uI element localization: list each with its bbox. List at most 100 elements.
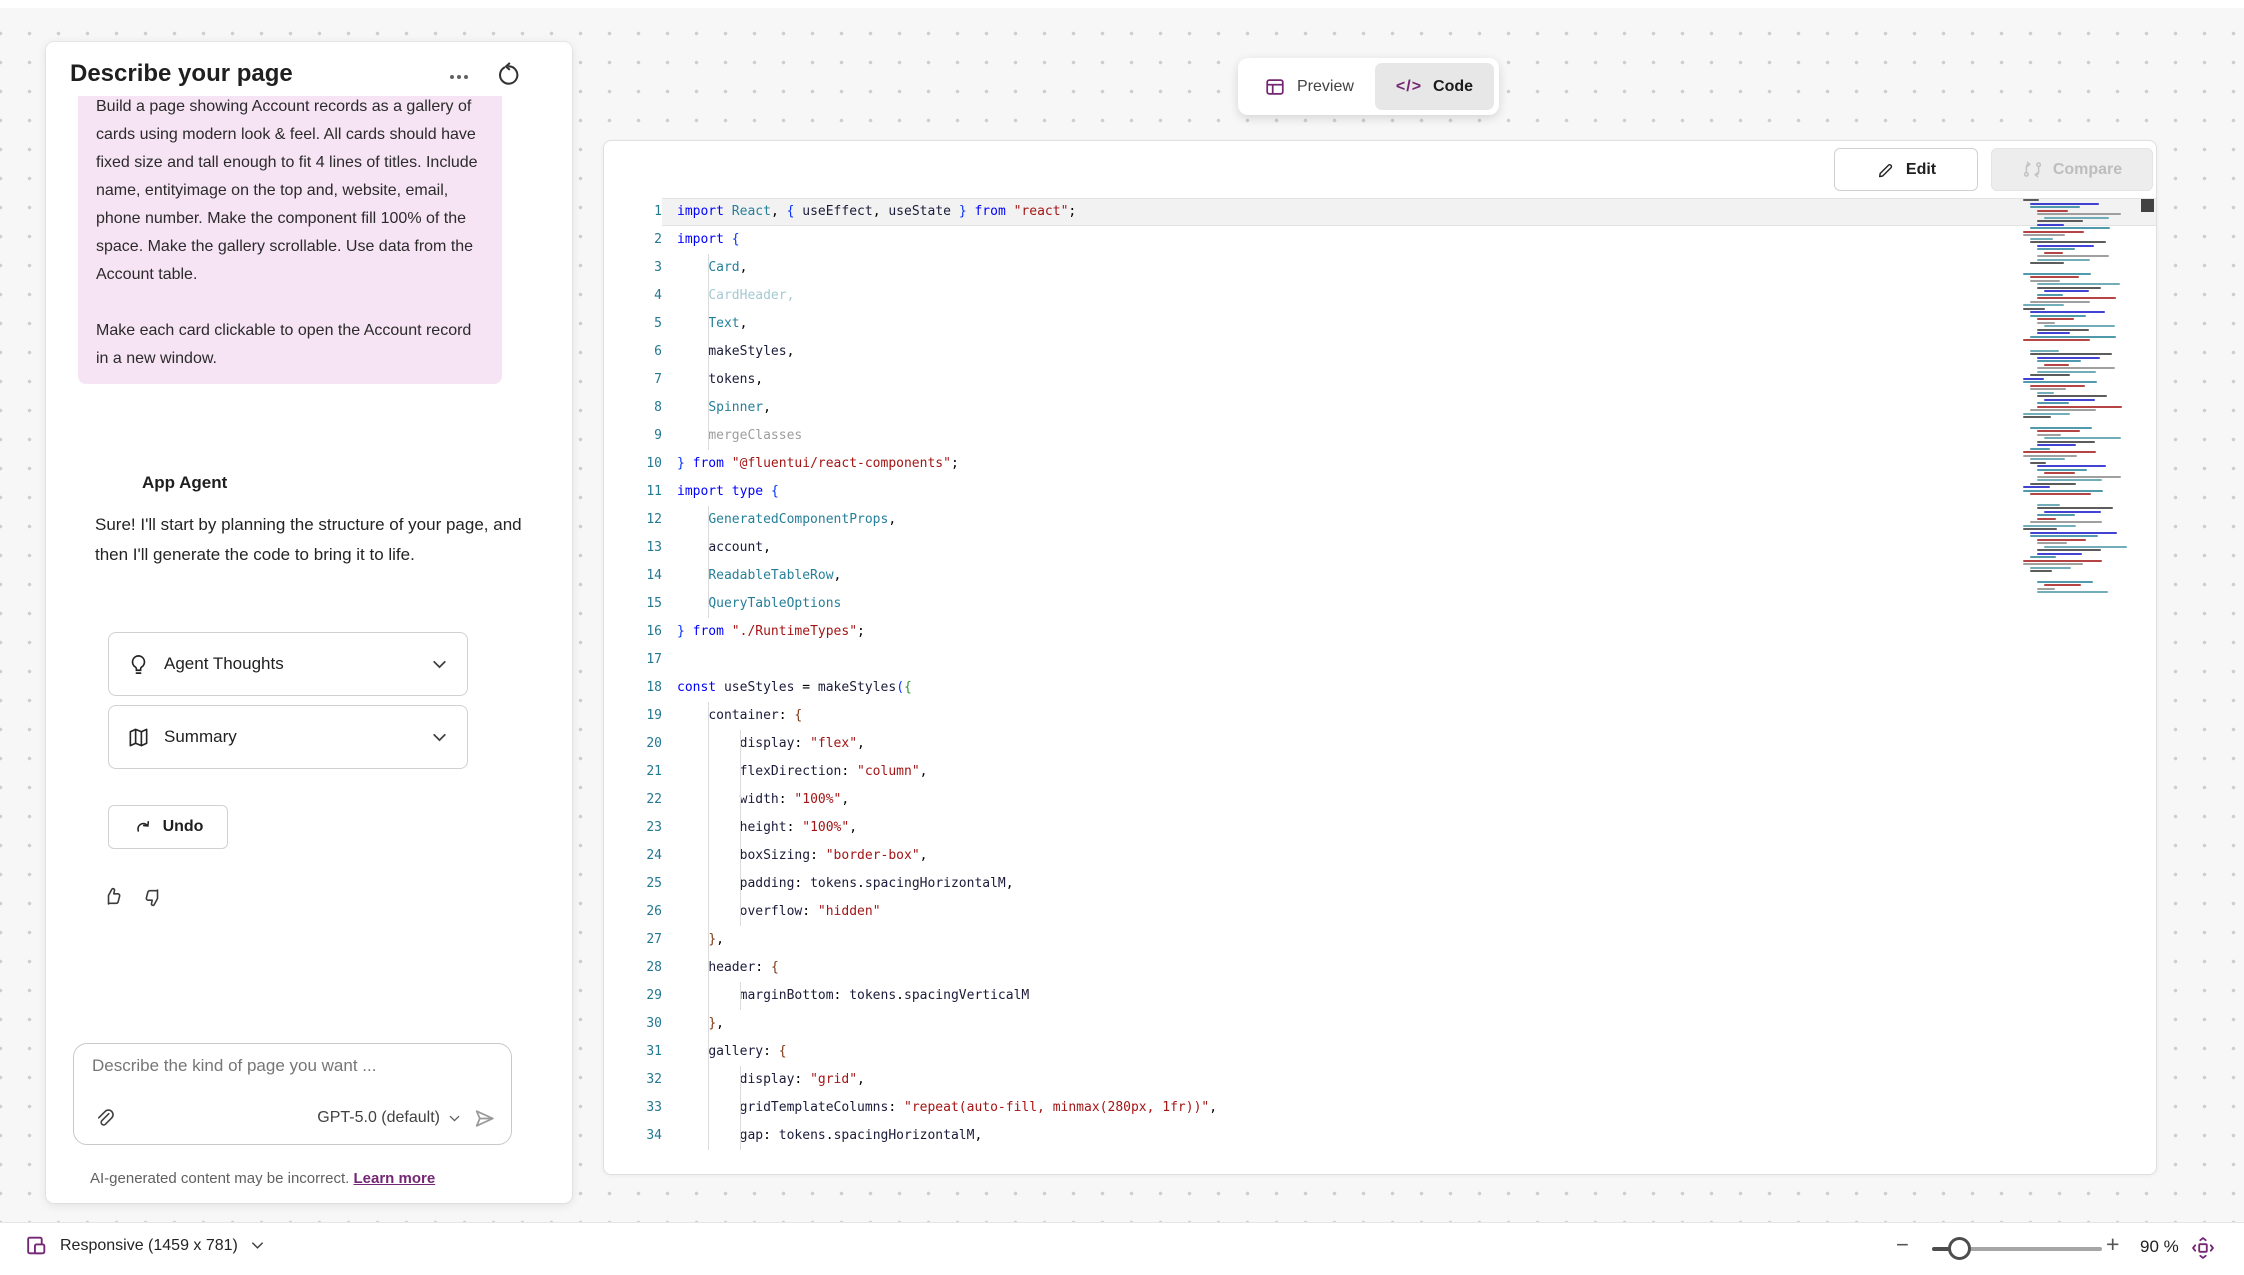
indent-guide xyxy=(708,590,709,618)
code-line[interactable]: 22 width: "100%", xyxy=(604,786,2156,814)
responsive-selector[interactable]: Responsive (1459 x 781) xyxy=(24,1233,266,1258)
page-description-input[interactable] xyxy=(92,1056,493,1076)
agent-thoughts-expander[interactable]: Agent Thoughts xyxy=(108,632,468,696)
minimap-line xyxy=(2044,217,2109,219)
undo-button[interactable]: Undo xyxy=(108,805,228,849)
code-line[interactable]: 26 overflow: "hidden" xyxy=(604,898,2156,926)
line-number: 26 xyxy=(604,898,662,926)
code-line[interactable]: 33 gridTemplateColumns: "repeat(auto-fil… xyxy=(604,1094,2156,1122)
code-line[interactable]: 1import React, { useEffect, useState } f… xyxy=(604,198,2156,226)
minimap-line xyxy=(2037,549,2101,551)
minimap-line xyxy=(2037,259,2090,261)
indent-guide xyxy=(708,702,709,730)
model-selector[interactable]: GPT-5.0 (default) xyxy=(317,1109,462,1127)
code-line[interactable]: 7 tokens, xyxy=(604,366,2156,394)
code-line[interactable]: 16} from "./RuntimeTypes"; xyxy=(604,618,2156,646)
code-line[interactable]: 6 makeStyles, xyxy=(604,338,2156,366)
code-line[interactable]: 31 gallery: { xyxy=(604,1038,2156,1066)
app-window: Describe your page Build a page showing … xyxy=(0,0,2244,1275)
learn-more-link[interactable]: Learn more xyxy=(353,1170,435,1187)
chevron-down-icon xyxy=(430,728,449,747)
code-line[interactable]: 27 }, xyxy=(604,926,2156,954)
compare-label: Compare xyxy=(2053,161,2122,179)
send-icon xyxy=(472,1106,497,1131)
thumbs-up-button[interactable] xyxy=(98,882,128,912)
tab-preview[interactable]: Preview xyxy=(1243,63,1375,110)
code-line[interactable]: 25 padding: tokens.spacingHorizontalM, xyxy=(604,870,2156,898)
code-line[interactable]: 30 }, xyxy=(604,1010,2156,1038)
code-line[interactable]: 21 flexDirection: "column", xyxy=(604,758,2156,786)
code-lines: 1import React, { useEffect, useState } f… xyxy=(604,198,2156,1150)
code-line[interactable]: 3 Card, xyxy=(604,254,2156,282)
zoom-in-button[interactable]: + xyxy=(2106,1231,2119,1258)
code-line[interactable]: 11import type { xyxy=(604,478,2156,506)
minimap-line xyxy=(2030,241,2106,243)
minimap-line xyxy=(2037,322,2055,324)
code-line[interactable]: 34 gap: tokens.spacingHorizontalM, xyxy=(604,1122,2156,1150)
edit-label: Edit xyxy=(1906,161,1936,179)
page-title: Describe your page xyxy=(70,60,293,88)
minimap-line xyxy=(2037,514,2075,516)
minimap-line xyxy=(2023,525,2076,527)
chevron-down-icon xyxy=(249,1237,266,1254)
edit-button[interactable]: Edit xyxy=(1834,148,1978,191)
restart-button[interactable] xyxy=(492,58,526,92)
minimap-line xyxy=(2037,588,2055,590)
line-number: 14 xyxy=(604,562,662,590)
view-toggle: Preview </> Code xyxy=(1238,58,1499,115)
code-line[interactable]: 13 account, xyxy=(604,534,2156,562)
code-line[interactable]: 28 header: { xyxy=(604,954,2156,982)
code-line[interactable]: 19 container: { xyxy=(604,702,2156,730)
code-line[interactable]: 14 ReadableTableRow, xyxy=(604,562,2156,590)
minimap-line xyxy=(2023,528,2057,530)
code-line[interactable]: 18const useStyles = makeStyles({ xyxy=(604,674,2156,702)
user-prompt-bubble: Build a page showing Account records as … xyxy=(78,96,502,384)
indent-guide xyxy=(708,982,709,1010)
code-line[interactable]: 29 marginBottom: tokens.spacingVerticalM xyxy=(604,982,2156,1010)
minimap-line xyxy=(2030,567,2071,569)
minimap-line xyxy=(2030,350,2059,352)
send-button[interactable] xyxy=(472,1106,497,1131)
code-line[interactable]: 23 height: "100%", xyxy=(604,814,2156,842)
minimap-line xyxy=(2044,290,2089,292)
code-line[interactable]: 5 Text, xyxy=(604,310,2156,338)
indent-guide xyxy=(708,786,709,814)
code-line[interactable]: 10} from "@fluentui/react-components"; xyxy=(604,450,2156,478)
thumbs-down-button[interactable] xyxy=(138,882,168,912)
indent-guide xyxy=(708,338,709,366)
more-options-button[interactable] xyxy=(442,60,476,94)
code-line[interactable]: 24 boxSizing: "border-box", xyxy=(604,842,2156,870)
compare-icon xyxy=(2022,159,2043,180)
code-line[interactable]: 2import { xyxy=(604,226,2156,254)
compare-button[interactable]: Compare xyxy=(1991,148,2153,191)
code-editor[interactable]: 1import React, { useEffect, useState } f… xyxy=(604,198,2156,1174)
undo-icon xyxy=(133,817,154,838)
code-line[interactable]: 8 Spinner, xyxy=(604,394,2156,422)
minimap-line xyxy=(2037,539,2086,541)
scrollbar-thumb[interactable] xyxy=(2141,199,2154,212)
code-editor-panel: Edit Compare 1import React, { useEffect,… xyxy=(603,140,2157,1175)
minimap-line xyxy=(2023,451,2096,453)
minimap-line xyxy=(2030,301,2090,303)
summary-expander[interactable]: Summary xyxy=(108,705,468,769)
code-line[interactable]: 15 QueryTableOptions xyxy=(604,590,2156,618)
code-line[interactable]: 32 display: "grid", xyxy=(604,1066,2156,1094)
agent-name: App Agent xyxy=(142,473,227,493)
zoom-slider-thumb[interactable] xyxy=(1948,1237,1971,1260)
minimap-line xyxy=(2037,248,2075,250)
code-line[interactable]: 4 CardHeader, xyxy=(604,282,2156,310)
minimap-line xyxy=(2023,413,2070,415)
code-line[interactable]: 20 display: "flex", xyxy=(604,730,2156,758)
minimap-line xyxy=(2037,479,2102,481)
fit-to-screen-button[interactable] xyxy=(2190,1235,2216,1261)
tab-code[interactable]: </> Code xyxy=(1375,63,1494,110)
minimap-line xyxy=(2044,364,2069,366)
zoom-out-button[interactable]: − xyxy=(1896,1232,1909,1258)
code-line[interactable]: 17 xyxy=(604,646,2156,674)
code-line[interactable]: 9 mergeClasses xyxy=(604,422,2156,450)
indent-guide xyxy=(708,562,709,590)
code-line[interactable]: 12 GeneratedComponentProps, xyxy=(604,506,2156,534)
agent-header: App Agent xyxy=(95,466,227,499)
minimap[interactable] xyxy=(2023,199,2139,595)
attach-button[interactable] xyxy=(90,1104,118,1132)
